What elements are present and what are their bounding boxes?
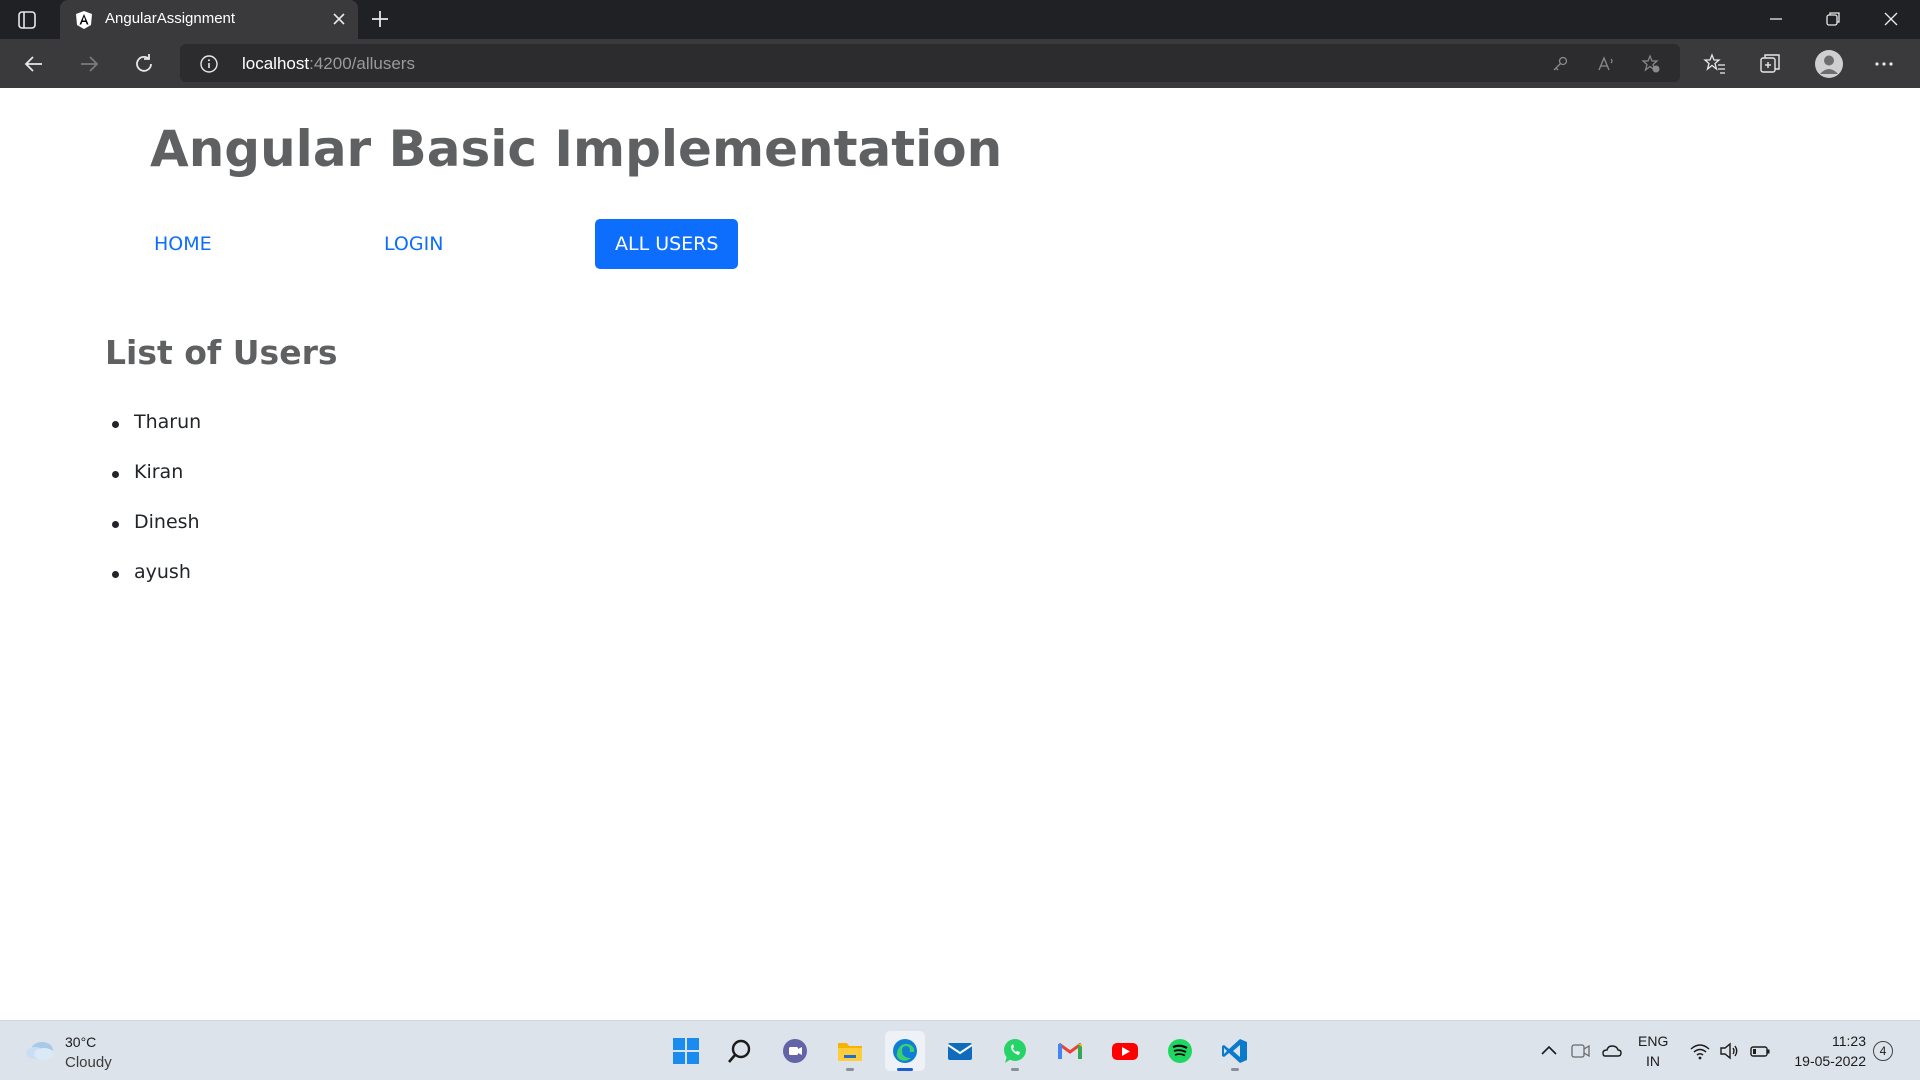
browser-toolbar: localhost:4200/allusers bbox=[0, 39, 1920, 88]
active-indicator bbox=[897, 1068, 913, 1071]
angular-favicon-icon bbox=[76, 11, 92, 29]
weather-description[interactable]: Cloudy bbox=[65, 1054, 112, 1071]
edge-button[interactable] bbox=[885, 1031, 925, 1071]
battery-icon[interactable] bbox=[1749, 1040, 1771, 1062]
read-aloud-icon[interactable] bbox=[1596, 54, 1616, 74]
list-item: Kiran bbox=[111, 461, 201, 511]
edge-icon bbox=[893, 1039, 917, 1063]
start-button[interactable] bbox=[666, 1031, 706, 1071]
taskbar: 30°C Cloudy ENG IN 11:23 19-05-2022 4 bbox=[0, 1020, 1920, 1080]
more-options-icon[interactable] bbox=[1872, 52, 1896, 76]
region-indicator[interactable]: IN bbox=[1646, 1053, 1660, 1069]
tab-actions-icon[interactable] bbox=[16, 9, 38, 31]
whatsapp-button[interactable] bbox=[995, 1031, 1035, 1071]
whatsapp-icon bbox=[1004, 1039, 1026, 1063]
favorites-icon[interactable] bbox=[1703, 52, 1727, 76]
list-item: ayush bbox=[111, 561, 201, 611]
file-explorer-icon bbox=[838, 1043, 862, 1061]
minimize-icon[interactable] bbox=[1765, 8, 1787, 30]
running-indicator bbox=[846, 1068, 854, 1071]
mail-icon bbox=[947, 1043, 973, 1060]
running-indicator bbox=[1231, 1068, 1239, 1071]
new-tab-icon[interactable] bbox=[369, 8, 391, 30]
page-content: Angular Basic Implementation HOME LOGIN … bbox=[0, 88, 1920, 1020]
clock-date[interactable]: 19-05-2022 bbox=[1794, 1053, 1866, 1069]
notification-badge[interactable]: 4 bbox=[1873, 1041, 1893, 1061]
collections-icon[interactable] bbox=[1758, 52, 1782, 76]
file-explorer-button[interactable] bbox=[830, 1031, 870, 1071]
wifi-icon[interactable] bbox=[1689, 1040, 1711, 1062]
site-info-icon[interactable] bbox=[199, 54, 219, 74]
clock-time[interactable]: 11:23 bbox=[1832, 1033, 1866, 1049]
mail-button[interactable] bbox=[940, 1031, 980, 1071]
restore-icon[interactable] bbox=[1822, 8, 1844, 30]
close-window-icon[interactable] bbox=[1880, 8, 1902, 30]
volume-icon[interactable] bbox=[1718, 1040, 1740, 1062]
browser-tab-strip: AngularAssignment bbox=[0, 0, 1920, 40]
cloudy-weather-icon[interactable] bbox=[24, 1035, 56, 1063]
language-indicator[interactable]: ENG bbox=[1638, 1033, 1668, 1049]
chevron-up-icon[interactable] bbox=[1538, 1040, 1560, 1062]
user-list: Tharun Kiran Dinesh ayush bbox=[111, 411, 201, 611]
spotify-button[interactable] bbox=[1160, 1031, 1200, 1071]
search-icon bbox=[728, 1039, 751, 1063]
nav-home-link[interactable]: HOME bbox=[134, 219, 232, 269]
tab-title: AngularAssignment bbox=[105, 10, 236, 27]
address-bar[interactable]: localhost:4200/allusers bbox=[180, 44, 1680, 82]
url-path: :4200/allusers bbox=[309, 54, 415, 73]
nav-login-link[interactable]: LOGIN bbox=[364, 219, 463, 269]
teams-chat-icon bbox=[783, 1039, 807, 1063]
youtube-button[interactable] bbox=[1105, 1031, 1145, 1071]
refresh-icon[interactable] bbox=[132, 52, 156, 76]
section-title: List of Users bbox=[105, 333, 338, 372]
key-icon[interactable] bbox=[1550, 54, 1570, 74]
vscode-button[interactable] bbox=[1215, 1031, 1255, 1071]
teams-chat-button[interactable] bbox=[775, 1031, 815, 1071]
youtube-icon bbox=[1112, 1043, 1138, 1060]
vscode-icon bbox=[1222, 1039, 1247, 1063]
meet-now-icon[interactable] bbox=[1570, 1040, 1592, 1062]
start-icon bbox=[673, 1038, 699, 1064]
page-title: Angular Basic Implementation bbox=[150, 120, 1003, 178]
gmail-icon bbox=[1058, 1042, 1082, 1059]
url-text[interactable]: localhost:4200/allusers bbox=[242, 54, 415, 74]
onedrive-icon[interactable] bbox=[1600, 1040, 1622, 1062]
running-indicator bbox=[1011, 1068, 1019, 1071]
taskbar-search-button[interactable] bbox=[720, 1031, 760, 1071]
gmail-button[interactable] bbox=[1050, 1031, 1090, 1071]
list-item: Tharun bbox=[111, 411, 201, 461]
list-item: Dinesh bbox=[111, 511, 201, 561]
spotify-icon bbox=[1168, 1039, 1192, 1063]
profile-avatar-icon[interactable] bbox=[1814, 49, 1844, 79]
weather-temperature[interactable]: 30°C bbox=[65, 1034, 96, 1050]
close-tab-icon[interactable] bbox=[330, 10, 348, 28]
url-host: localhost bbox=[242, 54, 310, 73]
back-arrow-icon[interactable] bbox=[22, 52, 46, 76]
nav-all-users-button[interactable]: ALL USERS bbox=[595, 219, 739, 269]
add-favorite-icon[interactable] bbox=[1641, 54, 1661, 74]
browser-tab-active[interactable]: AngularAssignment bbox=[60, 0, 358, 40]
forward-arrow-icon[interactable] bbox=[77, 52, 101, 76]
